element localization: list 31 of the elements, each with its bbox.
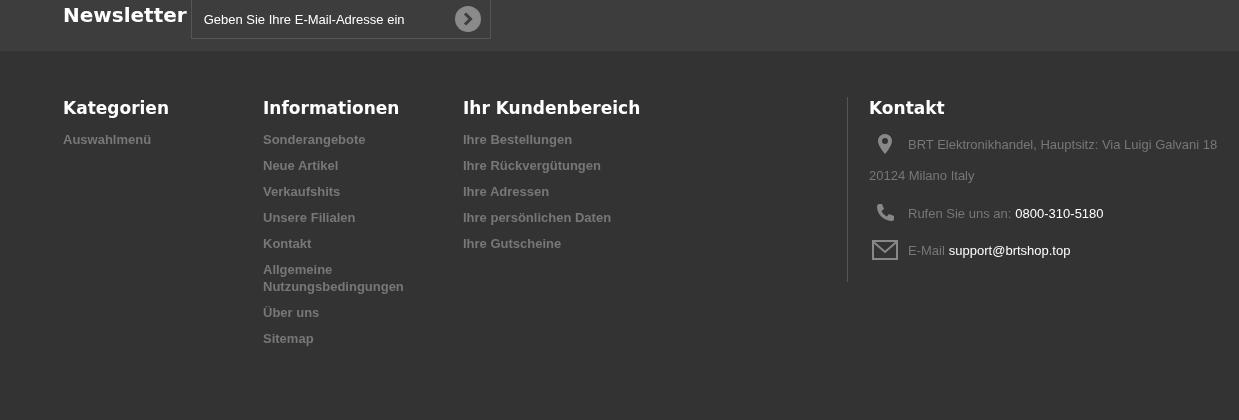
email-field[interactable]: Geben Sie Ihre E-Mail-Adresse ein <box>190 0 491 39</box>
footer-link[interactable]: Verkaufshits <box>263 183 433 200</box>
footer-link[interactable]: Sitemap <box>263 330 433 347</box>
footer-link[interactable]: Sonderangebote <box>263 131 433 148</box>
footer-link[interactable]: Allgemeine Nutzungsbedingungen <box>263 261 433 295</box>
footer-link[interactable]: Auswahlmenü <box>63 131 233 148</box>
footer-link[interactable]: Unsere Filialen <box>263 209 433 226</box>
column-heading: Ihr Kundenbereich <box>463 97 642 119</box>
footer-link[interactable]: Ihre Bestellungen <box>463 131 633 148</box>
chevron-right-icon <box>461 12 474 26</box>
footer-link[interactable]: Ihre Rückvergütungen <box>463 157 633 174</box>
email-link[interactable]: support@brtshop.top <box>948 242 1071 258</box>
map-pin-icon <box>878 134 892 154</box>
address-text: 20124 Milano Italy <box>869 168 976 183</box>
phone-number: 0800-310-5180 <box>1015 205 1104 221</box>
submit-button[interactable] <box>454 6 481 32</box>
address-text: BRT Elektronikhandel, Hauptsitz: Via Luigi Galvani 18 <box>908 136 1218 152</box>
footer-link[interactable]: Kontakt <box>263 235 433 252</box>
footer-link[interactable]: Über uns <box>263 304 433 321</box>
contact-heading: Kontakt <box>869 97 946 119</box>
column-heading: Kategorien <box>63 97 170 119</box>
footer-link[interactable]: Ihre persönlichen Daten <box>463 209 633 226</box>
email-label: E-Mail <box>908 242 945 258</box>
envelope-icon <box>872 240 898 260</box>
footer-link[interactable]: Ihre Gutscheine <box>463 235 633 252</box>
phone-label: Rufen Sie uns an: <box>908 205 1012 221</box>
footer-link[interactable]: Neue Artikel <box>263 157 433 174</box>
column-heading: Informationen <box>263 97 401 119</box>
phone-icon <box>875 203 895 223</box>
newsletter-heading: Newsletter <box>63 2 187 29</box>
footer-link[interactable]: Ihre Adressen <box>463 183 633 200</box>
